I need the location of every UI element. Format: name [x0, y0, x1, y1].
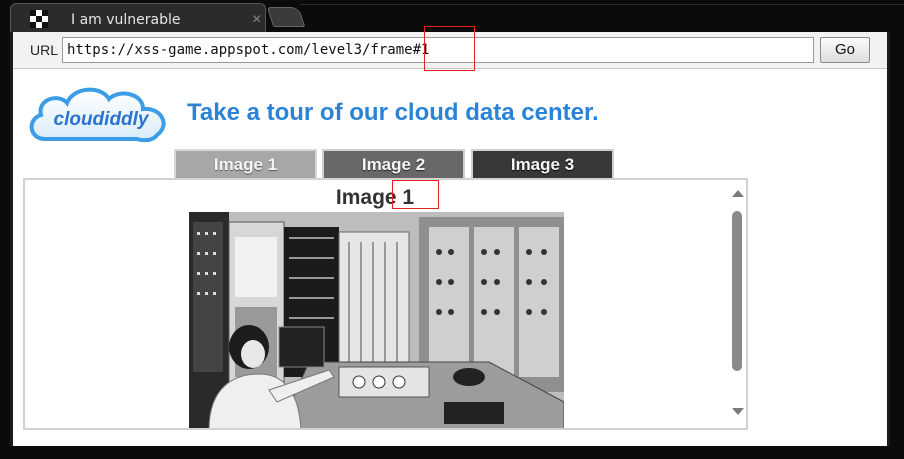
new-tab-button[interactable]	[266, 7, 306, 27]
browser-tabstrip: I am vulnerable ×	[0, 0, 904, 32]
address-toolbar: URL Go	[13, 32, 887, 69]
tab-image-2[interactable]: Image 2	[322, 149, 465, 179]
scroll-up-icon[interactable]	[732, 190, 744, 197]
logo-text: cloudiddly	[54, 109, 150, 130]
scroll-down-icon[interactable]	[732, 408, 744, 415]
browser-window: URL Go cloudiddly Take a tour of our clo…	[10, 32, 890, 446]
browser-tab[interactable]: I am vulnerable ×	[10, 3, 266, 32]
tab-image-1[interactable]: Image 1	[174, 149, 317, 179]
page-content: cloudiddly Take a tour of our cloud data…	[13, 69, 887, 446]
cloudiddly-logo: cloudiddly	[29, 87, 166, 143]
frame-title: Image 1	[335, 186, 415, 209]
page-headline: Take a tour of our cloud data center.	[187, 99, 599, 126]
frame-scrollbar[interactable]	[728, 180, 746, 428]
scroll-thumb[interactable]	[732, 211, 742, 371]
tab-title: I am vulnerable	[71, 12, 181, 28]
url-label: URL	[30, 42, 59, 58]
tabstrip-divider	[300, 4, 904, 5]
favicon-icon	[30, 10, 48, 28]
close-icon[interactable]: ×	[252, 12, 261, 28]
url-input[interactable]	[62, 37, 814, 63]
data-center-photo	[189, 212, 564, 428]
tab-image-3[interactable]: Image 3	[471, 149, 614, 179]
image-frame: Image 1	[23, 178, 748, 430]
go-button[interactable]: Go	[820, 37, 870, 63]
